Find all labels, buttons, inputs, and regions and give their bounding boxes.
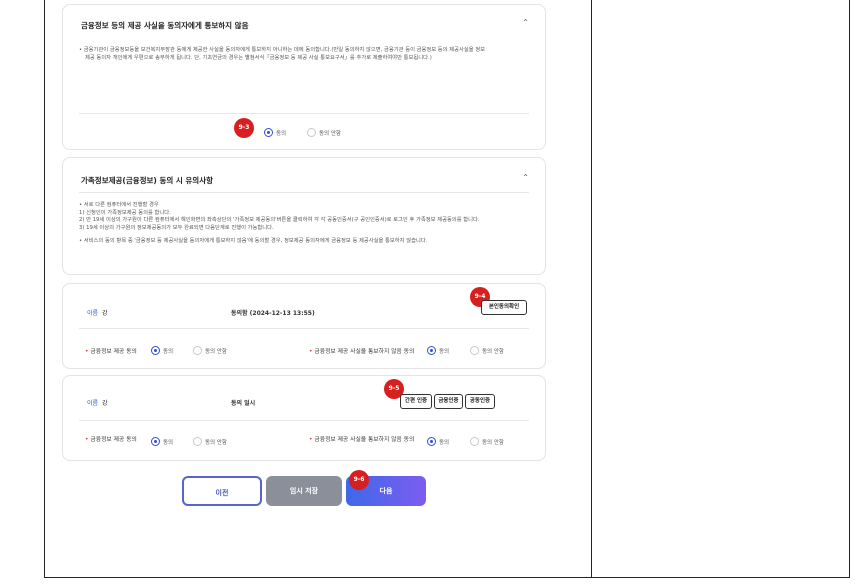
divider (79, 113, 529, 114)
divider (79, 420, 529, 421)
p2-q1-disagree-radio[interactable]: 동의 안함 (193, 431, 227, 450)
p2-q2-agree-radio[interactable]: 동의 (427, 431, 449, 450)
notify-agree-radio[interactable]: 동의 (264, 122, 286, 141)
p1-q1-agree-radio[interactable]: 동의 (151, 340, 173, 359)
radio-selected-icon (427, 346, 436, 355)
financial-cert-button[interactable]: 금융인증 (434, 394, 463, 409)
radio-empty-icon (193, 437, 202, 446)
temp-save-button[interactable]: 임시 저장 (266, 476, 342, 506)
step-badge: 9-3 (234, 118, 254, 138)
radio-empty-icon (470, 346, 479, 355)
q-financial-consent: • 금융정보 제공 동의 (85, 437, 137, 443)
notice-body: • 서로 다른 컴퓨터에서 진행할 경우 1) 신청인이 가족정보제공 동의를 … (79, 202, 480, 245)
divider (79, 328, 529, 329)
step-badge: 9-6 (349, 470, 369, 490)
notify-consent-section: 금융정보 등의 제공 사실을 동의자에게 통보하지 않음 ⌃ • 금융기관이 금… (62, 4, 546, 150)
radio-empty-icon (193, 346, 202, 355)
joint-cert-button[interactable]: 공동인증 (465, 394, 495, 409)
p2-q1-agree-radio[interactable]: 동의 (151, 431, 173, 450)
section-title: 금융정보 등의 제공 사실을 동의자에게 통보하지 않음 (81, 21, 249, 30)
chevron-up-icon[interactable]: ⌃ (522, 18, 529, 27)
notify-disagree-radio[interactable]: 동의 안함 (307, 122, 341, 141)
section-body: • 금융기관이 금융정보등을 보건복지부장관 등에게 제공한 사실을 동의자에게… (79, 47, 486, 61)
chevron-up-icon[interactable]: ⌃ (522, 173, 529, 182)
radio-selected-icon (151, 346, 160, 355)
p1-q2-disagree-radio[interactable]: 동의 안함 (470, 340, 504, 359)
q-notify-consent: • 금융정보 제공 사실을 통보하지 않음 동의 (309, 437, 415, 443)
radio-selected-icon (264, 128, 273, 137)
radio-empty-icon (470, 437, 479, 446)
q-notify-consent: • 금융정보 제공 사실을 통보하지 않음 동의 (309, 349, 415, 355)
divider (79, 192, 529, 193)
radio-selected-icon (151, 437, 160, 446)
p2-q2-disagree-radio[interactable]: 동의 안함 (470, 431, 504, 450)
q-financial-consent: • 금융정보 제공 동의 (85, 349, 137, 355)
radio-empty-icon (307, 128, 316, 137)
side-column (592, 0, 850, 578)
radio-selected-icon (427, 437, 436, 446)
member-name: 이름 강 (87, 400, 108, 407)
simple-auth-button[interactable]: 간편 인증 (400, 394, 432, 409)
member-name: 이름 강 (87, 310, 108, 317)
self-consent-confirm-button[interactable]: 본인동의확인 (481, 300, 527, 315)
p1-q1-disagree-radio[interactable]: 동의 안함 (193, 340, 227, 359)
family-info-notice-section: 가족정보제공(금융정보) 동의 시 유의사항 ⌃ • 서로 다른 컴퓨터에서 진… (62, 157, 546, 275)
p1-q2-agree-radio[interactable]: 동의 (427, 340, 449, 359)
prev-button[interactable]: 이전 (182, 476, 262, 506)
section-title: 가족정보제공(금융정보) 동의 시 유의사항 (81, 176, 213, 185)
consent-status: 동의 일시 (231, 400, 256, 407)
consent-status: 동의함 (2024-12-13 13:55) (231, 310, 315, 317)
